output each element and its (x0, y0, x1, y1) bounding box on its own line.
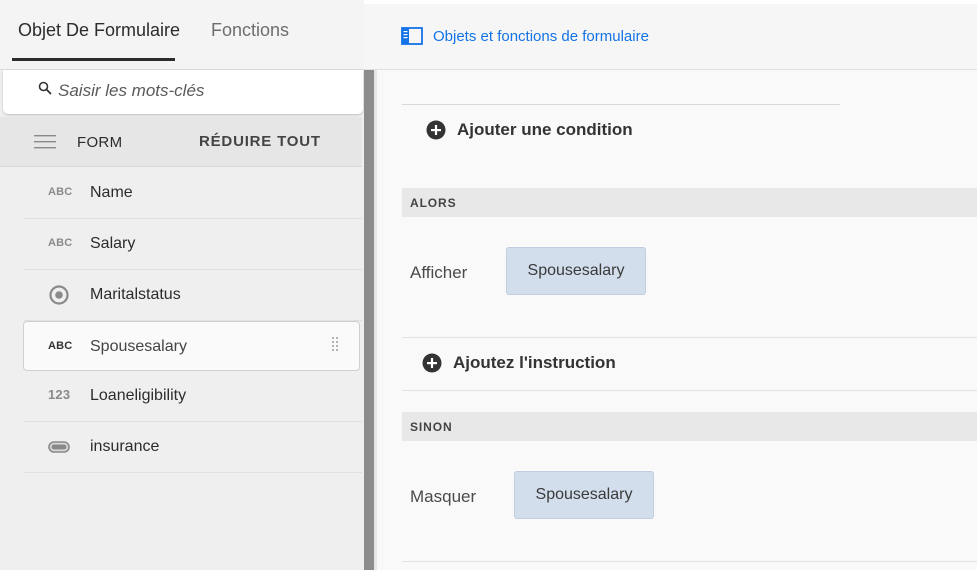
tree-item-name[interactable]: ABC Name (24, 168, 362, 219)
then-action-label[interactable]: Afficher (410, 263, 467, 283)
add-statement-button[interactable]: Ajoutez l'instruction (422, 353, 616, 373)
text-field-icon: ABC (48, 237, 73, 249)
then-divider (402, 337, 977, 338)
numeric-field-icon: 123 (48, 387, 71, 402)
text-field-icon: ABC (48, 340, 73, 352)
search-input[interactable] (58, 79, 348, 103)
then-section-header: ALORS (402, 188, 977, 217)
then-target-chip[interactable]: Spousesalary (506, 247, 646, 295)
tab-form-objects[interactable]: Objet De Formulaire (18, 20, 180, 41)
panel-splitter[interactable] (364, 69, 374, 570)
form-object-tree: ABC Name ABC Salary Maritalstatus ABC Sp… (23, 168, 362, 473)
form-tree-header: FORM RÉDUIRE TOUT (0, 117, 362, 167)
header-link-label: Objets et fonctions de formulaire (433, 27, 649, 45)
add-circle-icon (426, 120, 446, 140)
collapse-all-button[interactable]: RÉDUIRE TOUT (199, 133, 321, 150)
rule-editor-header: Objets et fonctions de formulaire (364, 4, 977, 70)
else-target-chip[interactable]: Spousesalary (514, 471, 654, 519)
else-action-label[interactable]: Masquer (410, 487, 476, 507)
tree-item-salary[interactable]: ABC Salary (24, 219, 362, 270)
tree-item-label: insurance (90, 438, 160, 455)
tree-item-spousesalary[interactable]: ABC Spousesalary (23, 321, 360, 371)
tree-toggle-icon[interactable] (34, 134, 56, 150)
tree-item-label: Spousesalary (90, 338, 187, 355)
toggle-switch-icon (48, 441, 70, 453)
then-section-title: ALORS (410, 196, 457, 210)
form-root-label[interactable]: FORM (77, 134, 122, 151)
then-action-row: Afficher Spousesalary (402, 217, 977, 337)
search-box (3, 70, 363, 114)
else-target-label: Spousesalary (535, 486, 633, 503)
panel-tabs: Objet De Formulaire Fonctions (0, 0, 364, 70)
tab-functions[interactable]: Fonctions (211, 20, 289, 41)
tree-item-label: Salary (90, 235, 136, 252)
else-section-header: SINON (402, 412, 977, 441)
tree-item-label: Maritalstatus (90, 286, 181, 303)
tree-item-maritalstatus[interactable]: Maritalstatus (24, 270, 362, 321)
drag-handle-icon[interactable] (331, 336, 339, 354)
add-statement-label: Ajoutez l'instruction (453, 353, 616, 372)
panel-toggle-icon (401, 27, 423, 45)
form-objects-panel: Objet De Formulaire Fonctions FORM RÉDUI… (0, 0, 365, 570)
form-objects-functions-toggle[interactable]: Objets et fonctions de formulaire (401, 27, 649, 45)
radio-button-icon (49, 285, 69, 305)
active-tab-indicator (12, 58, 175, 61)
statement-divider (402, 390, 977, 391)
else-divider (402, 561, 977, 562)
condition-divider (402, 104, 840, 105)
tree-item-insurance[interactable]: insurance (24, 422, 362, 473)
search-icon (38, 81, 52, 95)
tree-item-label: Loaneligibility (90, 387, 187, 404)
rule-editor-canvas: Ajouter une condition ALORS Afficher Spo… (377, 70, 977, 570)
add-circle-icon (422, 353, 442, 373)
text-field-icon: ABC (48, 186, 73, 198)
add-condition-label: Ajouter une condition (457, 120, 633, 139)
then-target-label: Spousesalary (527, 262, 625, 279)
tree-item-loaneligibility[interactable]: 123 Loaneligibility (24, 371, 362, 422)
add-condition-button[interactable]: Ajouter une condition (426, 120, 633, 140)
else-action-row: Masquer Spousesalary (402, 441, 977, 561)
tree-item-label: Name (90, 184, 133, 201)
else-section-title: SINON (410, 420, 453, 434)
